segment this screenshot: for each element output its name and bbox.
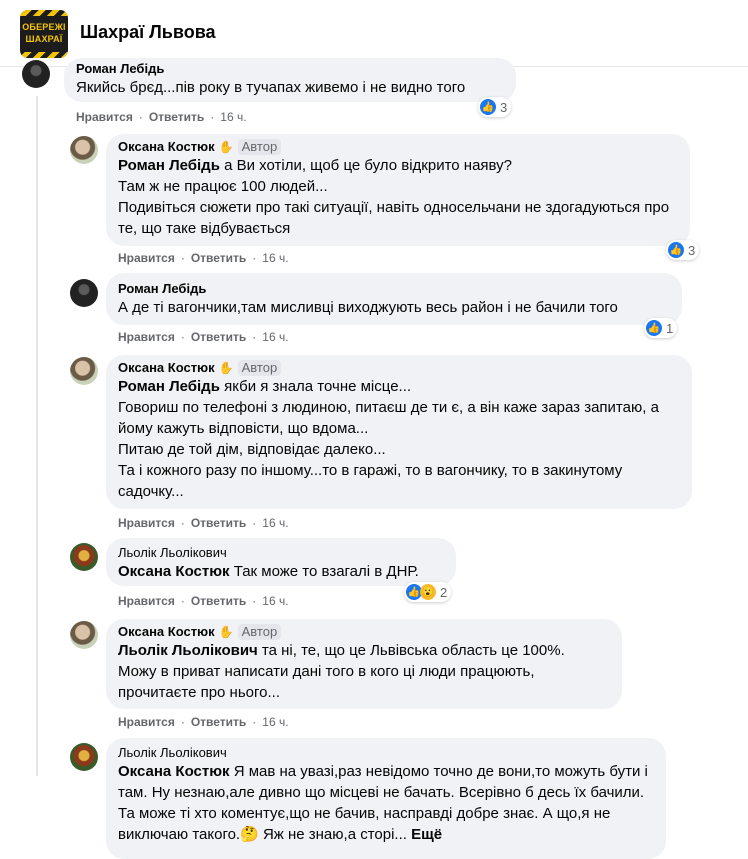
like-button[interactable]: Нравится xyxy=(118,330,175,344)
comment-text: Оксана Костюк Так може то взагалі в ДНР. xyxy=(118,563,419,580)
comment-time[interactable]: 16 ч. xyxy=(262,715,288,729)
separator: · xyxy=(252,516,257,530)
like-button[interactable]: Нравится xyxy=(118,715,175,729)
reply-button[interactable]: Ответить xyxy=(191,715,246,729)
reaction-count: 2 xyxy=(440,584,448,600)
separator: · xyxy=(180,715,185,729)
comment-actions: Нравится · Ответить · 16 ч. xyxy=(118,715,289,729)
wave-icon: ✋ xyxy=(218,361,234,375)
avatar[interactable] xyxy=(70,279,98,307)
comment-author[interactable]: Оксана Костюк ✋ Автор xyxy=(118,139,678,155)
reaction-summary[interactable]: 👍 3 xyxy=(478,97,512,117)
see-more-link[interactable]: Ещё xyxy=(411,826,442,843)
reaction-summary[interactable]: 👍 3 xyxy=(666,240,700,260)
separator: · xyxy=(180,330,185,344)
comment-text: Льолік Льолікович та ні, те, що це Львів… xyxy=(118,642,565,701)
comment-bubble: Оксана Костюк ✋ Автор Роман Лебідь а Ви … xyxy=(106,134,690,246)
author-badge: Автор xyxy=(237,624,282,640)
author-badge: Автор xyxy=(237,139,282,155)
separator: · xyxy=(138,110,143,124)
logo-text-2: ШАХРАЇ xyxy=(25,34,63,44)
separator: · xyxy=(252,594,257,608)
wave-icon: ✋ xyxy=(218,625,234,639)
comment-bubble: Оксана Костюк ✋ Автор Роман Лебідь якби … xyxy=(106,355,692,509)
avatar[interactable] xyxy=(70,621,98,649)
reaction-summary[interactable]: 👍 😮 2 xyxy=(404,582,452,602)
separator: · xyxy=(180,516,185,530)
thread-line xyxy=(36,96,38,776)
avatar[interactable] xyxy=(22,60,50,88)
mention-link[interactable]: Роман Лебідь xyxy=(118,378,220,395)
reaction-count: 1 xyxy=(666,320,674,336)
separator: · xyxy=(180,594,185,608)
like-button[interactable]: Нравится xyxy=(118,516,175,530)
comment-bubble: Роман Лебідь Якийсь брєд...пів року в ту… xyxy=(64,58,516,102)
comment-bubble: Оксана Костюк ✋ Автор Льолік Льолікович … xyxy=(106,619,622,709)
comment-actions: Нравится · Ответить · 16 ч. xyxy=(118,251,289,265)
group-name[interactable]: Шахраї Львова xyxy=(80,22,216,43)
avatar[interactable] xyxy=(70,543,98,571)
reaction-summary[interactable]: 👍 1 xyxy=(644,318,678,338)
like-button[interactable]: Нравится xyxy=(76,110,133,124)
comment-text: Роман Лебідь а Ви хотіли, щоб це було ві… xyxy=(118,157,670,237)
comment-actions: Нравится · Ответить · 16 ч. xyxy=(118,516,289,530)
mention-link[interactable]: Льолік Льолікович xyxy=(118,642,258,659)
comment-author[interactable]: Оксана Костюк ✋ Автор xyxy=(118,360,680,376)
comment-author[interactable]: Роман Лебідь xyxy=(76,61,504,77)
comment-text: Оксана Костюк Я мав на увазі,раз невідом… xyxy=(118,763,648,843)
group-logo[interactable]: ОБЕРЕЖІ ШАХРАЇ xyxy=(20,10,68,58)
reaction-count: 3 xyxy=(500,99,508,115)
comment-actions: Нравится · Ответить · 16 ч. xyxy=(76,110,247,124)
comment-time[interactable]: 16 ч. xyxy=(220,110,246,124)
comment-bubble: Льолік Льолікович Оксана Костюк Так може… xyxy=(106,538,456,586)
comment-text: Якийсь брєд...пів року в тучапах живемо … xyxy=(76,79,466,96)
separator: · xyxy=(252,330,257,344)
logo-text-1: ОБЕРЕЖІ xyxy=(22,22,66,32)
like-reaction-icon: 👍 xyxy=(646,320,662,336)
reply-button[interactable]: Ответить xyxy=(191,330,246,344)
reply-button[interactable]: Ответить xyxy=(191,594,246,608)
mention-link[interactable]: Оксана Костюк xyxy=(118,563,230,580)
wave-icon: ✋ xyxy=(218,140,234,154)
comment-author[interactable]: Оксана Костюк ✋ Автор xyxy=(118,624,610,640)
avatar[interactable] xyxy=(70,357,98,385)
comment-time[interactable]: 16 ч. xyxy=(262,594,288,608)
reaction-count: 3 xyxy=(688,242,696,258)
separator: · xyxy=(180,251,185,265)
comment-author[interactable]: Льолік Льолікович xyxy=(118,545,444,561)
reply-button[interactable]: Ответить xyxy=(191,516,246,530)
comment-author[interactable]: Роман Лебідь xyxy=(118,281,670,297)
comment-time[interactable]: 16 ч. xyxy=(262,251,288,265)
mention-link[interactable]: Оксана Костюк xyxy=(118,763,230,780)
like-reaction-icon: 👍 xyxy=(668,242,684,258)
group-header: ОБЕРЕЖІ ШАХРАЇ Шахраї Львова xyxy=(0,0,748,67)
author-badge: Автор xyxy=(237,360,282,376)
like-button[interactable]: Нравится xyxy=(118,251,175,265)
mention-link[interactable]: Роман Лебідь xyxy=(118,157,220,174)
comment-actions: Нравится · Ответить · 16 ч. xyxy=(118,594,289,608)
like-button[interactable]: Нравится xyxy=(118,594,175,608)
comment-bubble: Льолік Льолікович Оксана Костюк Я мав на… xyxy=(106,738,666,859)
reply-button[interactable]: Ответить xyxy=(191,251,246,265)
comment-time[interactable]: 16 ч. xyxy=(262,516,288,530)
reply-button[interactable]: Ответить xyxy=(149,110,204,124)
like-reaction-icon: 👍 xyxy=(480,99,496,115)
wow-reaction-icon: 😮 xyxy=(420,584,436,600)
separator: · xyxy=(252,251,257,265)
comment-author[interactable]: Льолік Льолікович xyxy=(118,745,654,761)
avatar[interactable] xyxy=(70,136,98,164)
comment-time[interactable]: 16 ч. xyxy=(262,330,288,344)
avatar[interactable] xyxy=(70,743,98,771)
comment-text: Роман Лебідь якби я знала точне місце...… xyxy=(118,378,659,500)
comment-actions: Нравится · Ответить · 16 ч. xyxy=(118,330,289,344)
comment-text: А де ті вагончики,там мисливці виходжуют… xyxy=(118,299,618,316)
separator: · xyxy=(252,715,257,729)
separator: · xyxy=(210,110,215,124)
comment-bubble: Роман Лебідь А де ті вагончики,там мисли… xyxy=(106,273,682,325)
